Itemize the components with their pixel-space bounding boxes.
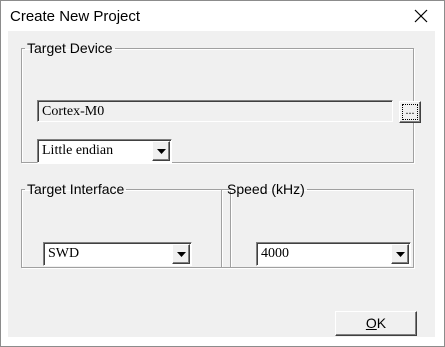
chevron-down-icon [176,251,186,257]
speed-legend: Speed (kHz) [227,181,305,197]
title-bar: Create New Project [1,1,444,31]
device-value: Cortex-M0 [42,104,105,119]
device-field[interactable]: Cortex-M0 [37,100,393,122]
endian-dropdown-button[interactable] [152,141,170,161]
target-interface-legend: Target Interface [27,181,125,197]
interface-select[interactable]: SWD [43,242,192,266]
close-icon [414,9,428,23]
ok-mnemonic: O [365,315,377,331]
interface-value: SWD [48,246,80,261]
speed-dropdown-button[interactable] [391,244,409,264]
chevron-down-icon [156,148,166,154]
speed-value: 4000 [261,246,289,261]
chevron-down-icon [395,251,405,257]
browse-label: ... [402,104,418,120]
speed-select[interactable]: 4000 [256,242,411,266]
close-button[interactable] [398,1,444,31]
endian-value: Little endian [42,143,114,158]
browse-device-button[interactable]: ... [399,101,421,123]
window-title: Create New Project [10,8,141,25]
interface-dropdown-button[interactable] [172,244,190,264]
ok-label-rest: K [376,315,387,331]
target-device-legend: Target Device [27,40,113,56]
ok-button[interactable]: OK [335,311,417,336]
endian-select[interactable]: Little endian [37,139,172,163]
